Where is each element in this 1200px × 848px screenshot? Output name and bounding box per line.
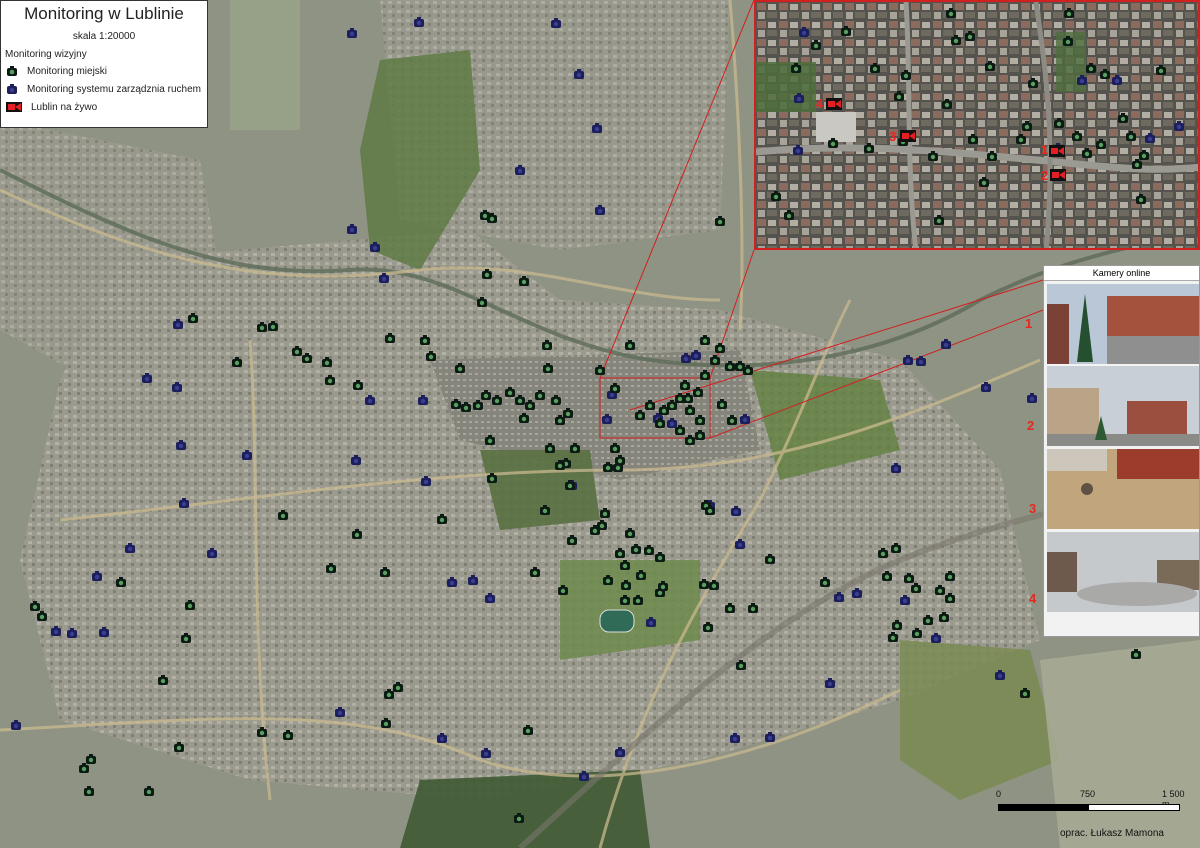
legend-item-live: Lublin na żywo (6, 100, 207, 114)
inset-label: 4 (816, 96, 824, 111)
legend-group-title: Monitoring wizyjny (5, 49, 87, 60)
panel-label: 1 (1025, 316, 1033, 331)
live-camera-icon[interactable] (826, 98, 842, 110)
live-camera-icon (6, 102, 22, 112)
camera-photo-4[interactable] (1047, 532, 1199, 612)
inset-label: 3 (889, 129, 897, 144)
legend-item-label: Monitoring systemu zarządznia ruchem (27, 83, 201, 95)
camera-photo-1[interactable] (1047, 284, 1199, 364)
author-credit: oprac. Łukasz Mamona (1060, 828, 1164, 839)
map-title: Monitoring w Lublinie (24, 4, 184, 23)
live-camera-icon[interactable] (1049, 145, 1065, 157)
inset-label: 1 (1041, 142, 1049, 157)
online-cameras-panel: Kamery online (1043, 265, 1200, 637)
panel-label: 2 (1027, 418, 1035, 433)
traffic-camera-icon (7, 84, 17, 94)
scale-label: 750 (1080, 789, 1096, 799)
legend-item-label: Monitoring miejski (27, 65, 108, 77)
inset-label: 2 (1041, 168, 1049, 183)
legend-item-city: Monitoring miejski (6, 64, 207, 78)
live-camera-icon[interactable] (1050, 169, 1066, 181)
city-camera-icon (7, 66, 17, 76)
legend-item-traffic: Monitoring systemu zarządznia ruchem (6, 82, 207, 96)
legend-item-label: Lublin na żywo (31, 101, 98, 113)
scale-bar: 0 750 1 500 m (990, 789, 1190, 819)
zoom-inset[interactable]: 4 3 1 2 (754, 0, 1200, 250)
map-scale: skala 1:20000 (72, 31, 136, 42)
panel-label: 3 (1029, 501, 1037, 516)
live-camera-icon[interactable] (900, 130, 916, 142)
inset-map (756, 2, 1198, 248)
camera-photo-2[interactable] (1047, 366, 1199, 446)
scale-bar-graphic (998, 804, 1180, 811)
camera-photo-3[interactable] (1047, 449, 1199, 529)
scale-label: 0 (996, 789, 1002, 799)
panel-label: 4 (1029, 591, 1037, 606)
panel-title: Kamery online (1044, 266, 1199, 281)
legend-box: Monitoring w Lublinie skala 1:20000 Moni… (0, 0, 208, 128)
